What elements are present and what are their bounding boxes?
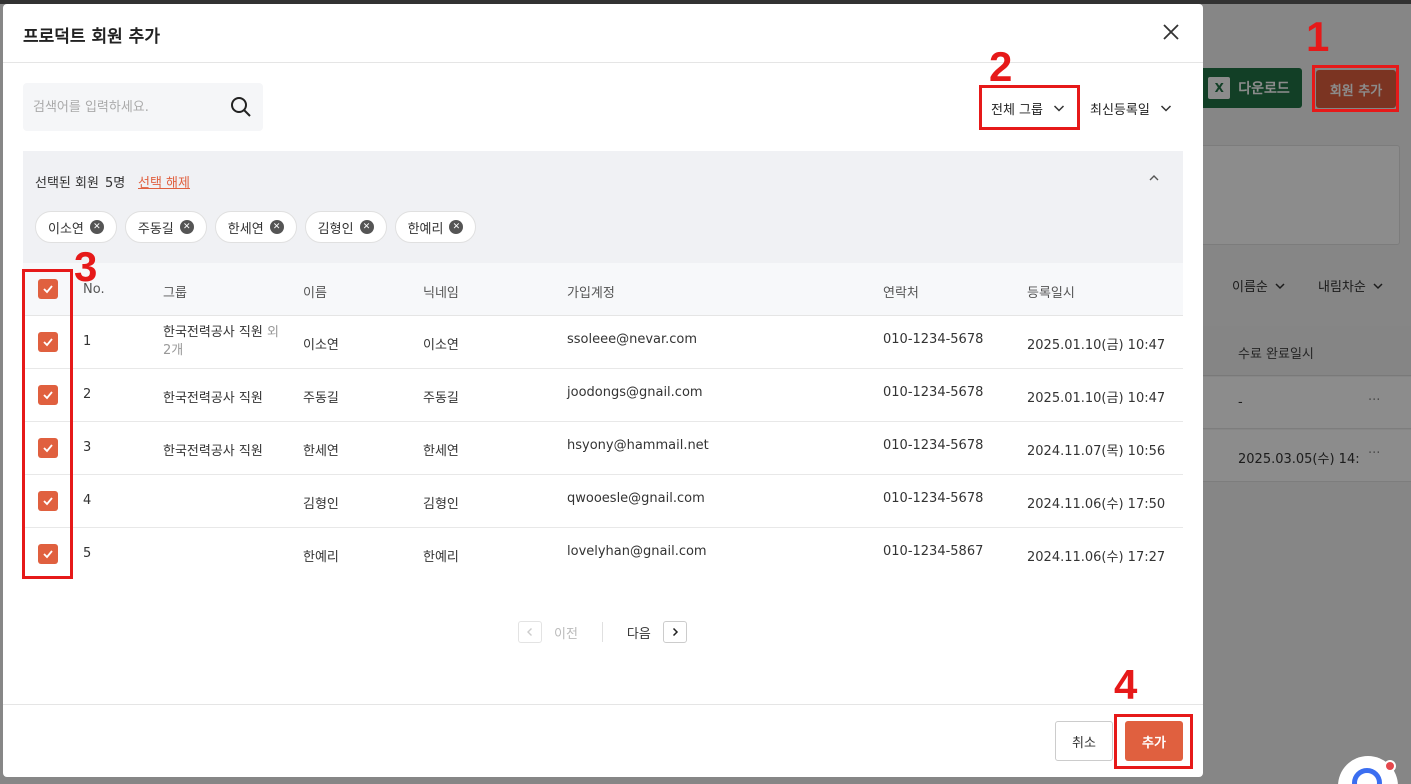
pagination-divider — [601, 622, 603, 642]
chevron-right-icon — [672, 627, 678, 637]
row-name: 이소연 — [303, 338, 339, 353]
row-registered: 2025.01.10(금) 10:47 — [1027, 338, 1166, 353]
annotation-number-3: 3 — [74, 243, 98, 290]
header-registered: 등록일시 — [1027, 286, 1075, 301]
table-row[interactable]: 3 한국전력공사 직원 한세연 한세연 hsyony@hammail.net 0… — [23, 422, 1183, 475]
search-icon[interactable] — [229, 95, 253, 119]
remove-chip-icon[interactable]: ✕ — [449, 220, 464, 234]
row-registered: 2024.11.07(목) 10:56 — [1027, 444, 1166, 459]
prev-page-label: 이전 — [554, 626, 578, 642]
row-contact: 010-1234-5678 — [883, 491, 984, 506]
chip-label: 한세연 — [227, 221, 264, 237]
search-input[interactable] — [33, 95, 223, 119]
chip-label: 김형인 — [317, 221, 354, 237]
pagination: 이전 다음 — [518, 621, 687, 643]
annotation-box-1 — [1312, 65, 1399, 112]
header-name: 이름 — [303, 286, 327, 301]
row-contact: 010-1234-5678 — [883, 332, 984, 347]
cancel-button[interactable]: 취소 — [1055, 721, 1113, 761]
sort-filter-dropdown[interactable]: 최신등록일 — [1090, 88, 1172, 128]
modal-title: 프로덕트 회원 추가 — [23, 27, 160, 47]
modal-header: 프로덕트 회원 추가 — [3, 4, 1203, 63]
annotation-number-4: 4 — [1114, 661, 1138, 708]
row-name: 한세연 — [303, 444, 339, 459]
header-account: 가입계정 — [567, 286, 615, 301]
chip-label: 주동길 — [137, 221, 174, 237]
next-page-button[interactable] — [662, 621, 687, 643]
row-no: 4 — [83, 493, 92, 508]
clear-selection-link[interactable]: 선택 해제 — [138, 172, 190, 191]
remove-chip-icon[interactable]: ✕ — [359, 220, 374, 234]
table-header: No. 그룹 이름 닉네임 가입계정 연락처 등록일시 — [23, 263, 1183, 316]
chevron-up-icon[interactable] — [1147, 171, 1161, 185]
search-box — [23, 83, 263, 131]
row-contact: 010-1234-5678 — [883, 438, 984, 453]
remove-chip-icon[interactable]: ✕ — [269, 220, 284, 234]
row-contact: 010-1234-5678 — [883, 385, 984, 400]
selected-count: 5명 — [105, 176, 126, 191]
member-chip: 한예리 ✕ — [394, 211, 477, 243]
row-nickname: 한세연 — [423, 444, 459, 459]
row-account: ssoleee@nevar.com — [567, 332, 698, 347]
member-chip: 한세연 ✕ — [214, 211, 297, 243]
row-nickname: 한예리 — [423, 550, 459, 565]
chip-label: 이소연 — [48, 221, 84, 237]
selected-chips: 이소연 ✕ 주동길 ✕ 한세연 ✕ 김형인 ✕ 한예리 ✕ — [35, 211, 477, 243]
row-no: 3 — [83, 440, 92, 455]
row-nickname: 주동길 — [423, 391, 459, 406]
selected-label: 선택된 회원 — [35, 176, 99, 191]
row-account: hsyony@hammail.net — [567, 438, 709, 453]
row-no: 2 — [83, 387, 92, 402]
close-icon[interactable] — [1159, 20, 1183, 44]
modal-footer — [3, 704, 1203, 777]
table-row[interactable]: 1 한국전력공사 직원 외 2개 이소연 이소연 ssoleee@nevar.c… — [23, 316, 1183, 369]
row-registered: 2024.11.06(수) 17:27 — [1027, 550, 1166, 565]
annotation-box-2 — [979, 85, 1080, 130]
table-row[interactable]: 5 한예리 한예리 lovelyhan@gnail.com 010-1234-5… — [23, 528, 1183, 581]
row-group: 한국전력공사 직원 외 2개 — [163, 324, 288, 360]
row-registered: 2024.11.06(수) 17:50 — [1027, 497, 1166, 512]
help-widget-icon — [1352, 768, 1382, 784]
row-group-label: 한국전력공사 직원 — [163, 325, 263, 340]
chip-label: 한예리 — [407, 221, 444, 237]
chevron-down-icon — [1160, 105, 1171, 112]
row-group: 한국전력공사 직원 — [163, 444, 263, 459]
prev-page-button[interactable] — [518, 621, 542, 643]
sort-filter-label: 최신등록일 — [1090, 102, 1150, 118]
annotation-number-1: 1 — [1306, 13, 1330, 60]
row-nickname: 김형인 — [423, 497, 459, 512]
table-row[interactable]: 2 한국전력공사 직원 주동길 주동길 joodongs@gnail.com 0… — [23, 369, 1183, 422]
header-group: 그룹 — [163, 286, 187, 301]
row-account: qwooesle@gnail.com — [567, 491, 705, 506]
header-nickname: 닉네임 — [423, 286, 459, 301]
selected-members-panel: 선택된 회원 5명 선택 해제 이소연 ✕ 주동길 ✕ 한세연 ✕ 김형인 ✕ 한예리 ✕ — [23, 151, 1183, 263]
member-chip: 이소연 ✕ — [35, 211, 117, 243]
next-page-label: 다음 — [626, 626, 651, 642]
annotation-number-2: 2 — [989, 43, 1013, 90]
remove-chip-icon[interactable]: ✕ — [179, 220, 194, 234]
row-no: 1 — [83, 334, 92, 349]
table-row[interactable]: 4 김형인 김형인 qwooesle@gnail.com 010-1234-56… — [23, 475, 1183, 528]
row-group: 한국전력공사 직원 — [163, 391, 263, 406]
row-contact: 010-1234-5867 — [883, 544, 984, 559]
row-name: 주동길 — [303, 391, 339, 406]
row-account: lovelyhan@gnail.com — [567, 544, 707, 559]
row-name: 한예리 — [303, 550, 339, 565]
chevron-left-icon — [527, 628, 532, 636]
header-contact: 연락처 — [883, 286, 919, 301]
annotation-box-3 — [22, 269, 73, 579]
row-nickname: 이소연 — [423, 338, 459, 353]
members-table: No. 그룹 이름 닉네임 가입계정 연락처 등록일시 1 한국전력공사 직원 … — [23, 263, 1183, 581]
row-account: joodongs@gnail.com — [567, 385, 703, 400]
notification-dot — [1384, 760, 1396, 772]
row-no: 5 — [83, 546, 92, 561]
annotation-box-4 — [1114, 714, 1193, 769]
row-name: 김형인 — [303, 497, 339, 512]
member-chip: 주동길 ✕ — [124, 211, 207, 243]
member-chip: 김형인 ✕ — [304, 211, 387, 243]
row-registered: 2025.01.10(금) 10:47 — [1027, 391, 1166, 406]
remove-chip-icon[interactable]: ✕ — [89, 220, 104, 234]
